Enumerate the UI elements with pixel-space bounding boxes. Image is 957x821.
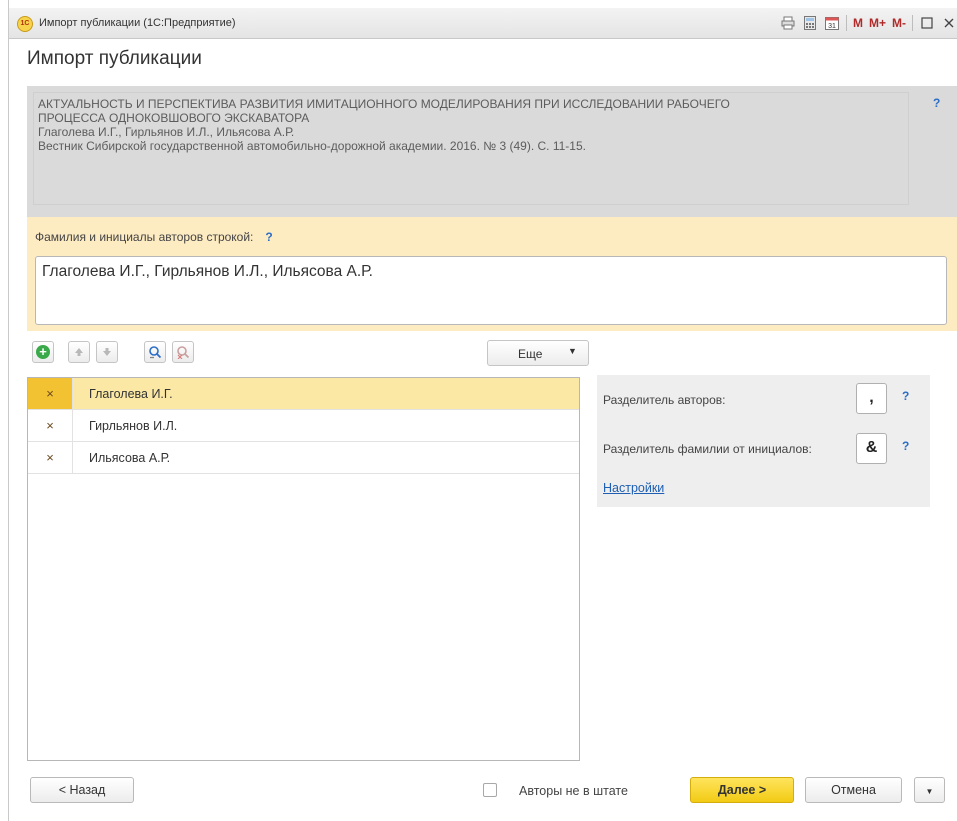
memory-minus-button[interactable]: M- (892, 15, 906, 31)
authors-separator-help-icon[interactable]: ? (902, 389, 909, 403)
publication-help-icon[interactable]: ? (933, 96, 940, 110)
memory-m-button[interactable]: M (853, 15, 863, 31)
table-row[interactable]: × Ильясова А.Р. (28, 442, 579, 474)
memory-plus-button[interactable]: M+ (869, 15, 886, 31)
toolbar-separator (912, 15, 913, 31)
title-bar: 1С Импорт публикации (1С:Предприятие) 31… (9, 8, 957, 39)
more-menu-button[interactable]: Еще ▼ (487, 340, 589, 366)
chevron-down-icon: ▼ (568, 346, 577, 356)
publication-description-box: АКТУАЛЬНОСТЬ И ПЕРСПЕКТИВА РАЗВИТИЯ ИМИТ… (27, 86, 957, 217)
more-menu-label: Еще (518, 347, 543, 361)
cancel-search-icon (177, 346, 190, 359)
move-down-button[interactable] (96, 341, 118, 363)
arrow-up-icon (75, 348, 83, 356)
authors-separator-field[interactable]: , (856, 383, 887, 414)
publication-source-line: Вестник Сибирской государственной автомо… (38, 139, 586, 153)
author-name: Гирльянов И.Л. (89, 419, 178, 433)
svg-text:31: 31 (828, 23, 836, 30)
table-row[interactable]: × Гирльянов И.Л. (28, 410, 579, 442)
chevron-down-icon: ▼ (925, 787, 934, 796)
delete-author-icon[interactable]: × (28, 410, 73, 441)
author-name: Ильясова А.Р. (89, 451, 171, 465)
next-button[interactable]: Далее > (690, 777, 794, 803)
settings-link[interactable]: Настройки (603, 481, 664, 495)
authors-table: × Глаголева И.Г. × Гирльянов И.Л. × Илья… (27, 377, 580, 761)
publication-authors-line: Глаголева И.Г., Гирльянов И.Л., Ильясова… (38, 125, 295, 139)
move-up-button[interactable] (68, 341, 90, 363)
authors-string-section: Фамилия и инициалы авторов строкой:? Гла… (27, 217, 957, 331)
title-bar-tools: 31 M M+ M- (780, 14, 957, 32)
find-button[interactable] (144, 341, 166, 363)
authors-string-field[interactable]: Глаголева И.Г., Гирльянов И.Л., Ильясова… (35, 256, 947, 325)
page-title: Импорт публикации (27, 48, 202, 69)
calculator-icon[interactable] (802, 15, 818, 31)
window-title: Импорт публикации (1С:Предприятие) (39, 17, 236, 29)
1c-logo-icon: 1С (17, 16, 33, 32)
cancel-button[interactable]: Отмена (805, 777, 902, 803)
not-on-staff-checkbox[interactable] (483, 783, 497, 797)
cancel-find-button[interactable] (172, 341, 194, 363)
back-button[interactable]: < Назад (30, 777, 134, 803)
authors-string-label: Фамилия и инициалы авторов строкой:? (35, 230, 273, 244)
authors-string-label-text: Фамилия и инициалы авторов строкой: (35, 230, 254, 244)
authors-separator-label: Разделитель авторов: (603, 393, 726, 407)
add-icon: + (36, 345, 50, 359)
not-on-staff-label[interactable]: Авторы не в штате (519, 784, 628, 798)
form-menu-button[interactable]: ▼ (914, 777, 945, 803)
add-row-button[interactable]: + (32, 341, 54, 363)
search-icon (149, 346, 162, 359)
publication-description: АКТУАЛЬНОСТЬ И ПЕРСПЕКТИВА РАЗВИТИЯ ИМИТ… (33, 92, 909, 205)
delete-author-icon[interactable]: × (28, 442, 73, 473)
name-separator-label: Разделитель фамилии от инициалов: (603, 442, 812, 456)
name-separator-help-icon[interactable]: ? (902, 439, 909, 453)
desktop-edge (0, 0, 9, 821)
publication-title-line-1: АКТУАЛЬНОСТЬ И ПЕРСПЕКТИВА РАЗВИТИЯ ИМИТ… (38, 97, 730, 111)
calendar-icon[interactable]: 31 (824, 15, 840, 31)
author-name: Глаголева И.Г. (89, 387, 173, 401)
close-icon[interactable] (941, 15, 957, 31)
import-publication-window: 1С Импорт публикации (1С:Предприятие) 31… (9, 0, 957, 821)
table-row[interactable]: × Глаголева И.Г. (28, 378, 579, 410)
arrow-down-icon (103, 348, 111, 356)
authors-help-icon[interactable]: ? (265, 230, 272, 244)
separators-panel: Разделитель авторов: , ? Разделитель фам… (597, 375, 930, 507)
maximize-icon[interactable] (919, 15, 935, 31)
delete-author-icon[interactable]: × (28, 378, 73, 409)
print-icon[interactable] (780, 15, 796, 31)
name-separator-field[interactable]: & (856, 433, 887, 464)
publication-title-line-2: ПРОЦЕССА ОДНОКОВШОВОГО ЭКСКАВАТОРА (38, 111, 310, 125)
toolbar-separator (845, 15, 847, 31)
